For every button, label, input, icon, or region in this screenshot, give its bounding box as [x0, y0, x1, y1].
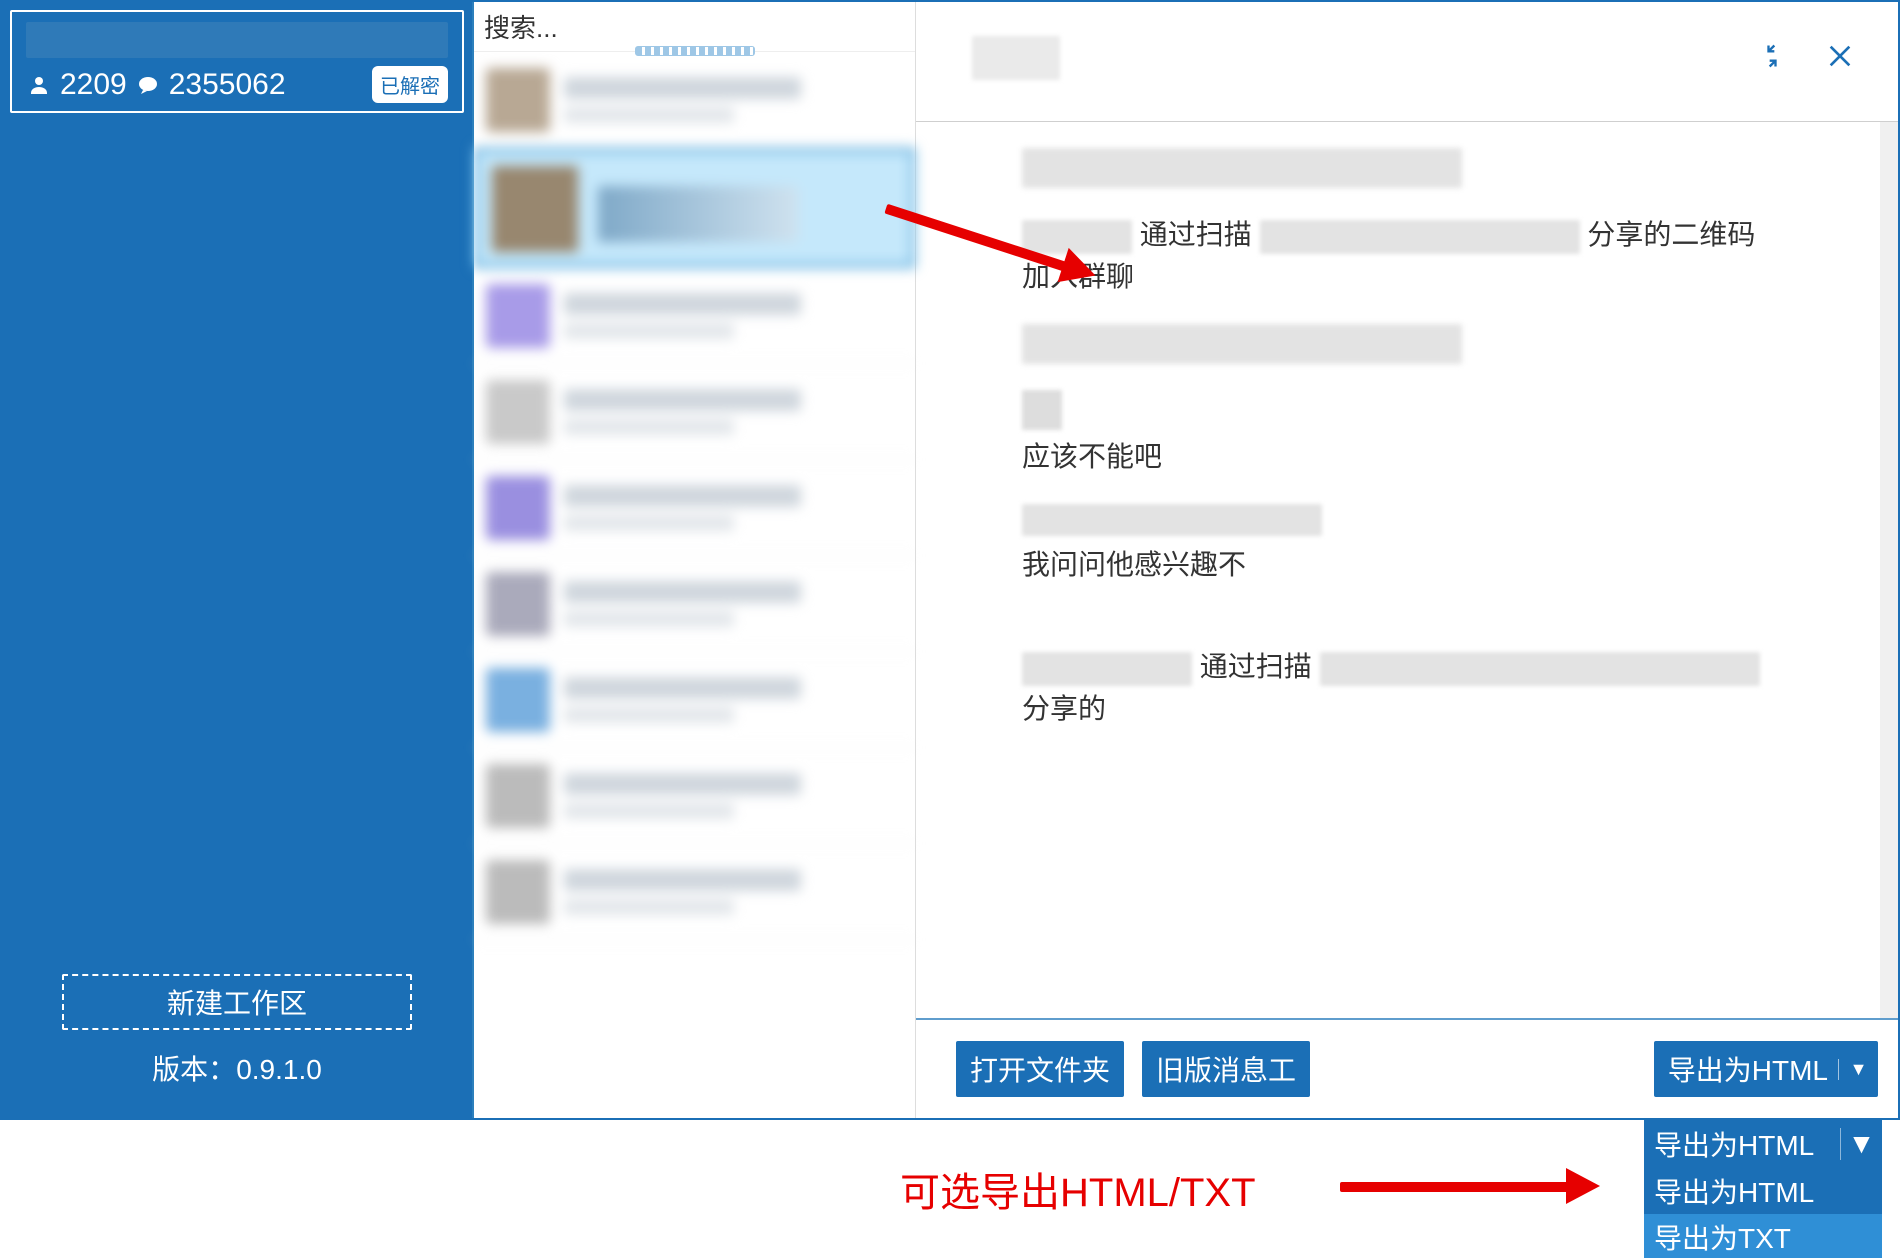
- system-message: 通过扫描 分享的二维码加入群聊: [1022, 214, 1782, 298]
- annotation-text: 可选导出HTML/TXT: [900, 1160, 1256, 1218]
- list-item[interactable]: [474, 364, 915, 460]
- list-item-selected[interactable]: [474, 148, 915, 268]
- list-item[interactable]: [474, 652, 915, 748]
- list-item[interactable]: [474, 52, 915, 148]
- conversation-header: [916, 2, 1898, 122]
- decrypt-status-badge: 已解密: [372, 66, 448, 103]
- annotation-arrow: [1340, 1168, 1610, 1208]
- chat-list[interactable]: [474, 52, 915, 1118]
- legacy-tool-button[interactable]: 旧版消息工: [1142, 1041, 1310, 1097]
- message-redacted: [1022, 324, 1782, 364]
- message-redacted: [1022, 148, 1782, 188]
- caret-down-icon[interactable]: ▼: [1838, 1059, 1878, 1080]
- app-root: 2209 2355062 已解密 新建工作区 版本：0.9.1.0 搜索...: [0, 0, 1900, 1258]
- collapse-icon[interactable]: [1754, 38, 1790, 74]
- list-item[interactable]: [474, 460, 915, 556]
- list-item[interactable]: [474, 556, 915, 652]
- conversation-footer: 打开文件夹 旧版消息工 导出为HTML ▼: [916, 1018, 1898, 1118]
- export-split-button[interactable]: 导出为HTML ▼: [1654, 1041, 1878, 1097]
- main-window: 2209 2355062 已解密 新建工作区 版本：0.9.1.0 搜索...: [0, 0, 1900, 1120]
- caret-down-icon[interactable]: ▼: [1840, 1128, 1882, 1160]
- export-option-html[interactable]: 导出为HTML: [1644, 1168, 1882, 1214]
- list-item[interactable]: [474, 748, 915, 844]
- new-workspace-button[interactable]: 新建工作区: [62, 974, 412, 1030]
- chat-message: 我问问他感兴趣不: [1022, 504, 1782, 586]
- export-dropdown-head[interactable]: 导出为HTML ▼: [1644, 1120, 1882, 1168]
- export-option-txt[interactable]: 导出为TXT: [1644, 1214, 1882, 1258]
- message-count: 2355062: [169, 68, 286, 102]
- profile-stats: 2209 2355062 已解密: [26, 66, 448, 103]
- search-input[interactable]: 搜索...: [474, 2, 915, 52]
- list-item[interactable]: [474, 268, 915, 364]
- person-icon: [26, 72, 52, 98]
- conversation-panel: 通过扫描 分享的二维码加入群聊 应该不能吧 我问问他感兴趣不: [916, 2, 1898, 1118]
- export-dropdown: 导出为HTML ▼ 导出为HTML 导出为TXT: [1644, 1120, 1882, 1258]
- chat-message: 应该不能吧: [1022, 390, 1782, 478]
- conversation-title-redacted: [972, 36, 1060, 80]
- scrollbar-thumb[interactable]: [1882, 124, 1896, 234]
- close-icon[interactable]: [1822, 38, 1858, 74]
- list-item[interactable]: [474, 844, 915, 940]
- message-icon: [135, 72, 161, 98]
- sidebar: 2209 2355062 已解密 新建工作区 版本：0.9.1.0: [2, 2, 472, 1118]
- avatar-redacted: [1022, 390, 1062, 430]
- chat-list-panel: 搜索...: [472, 2, 916, 1118]
- message-scroll-area[interactable]: 通过扫描 分享的二维码加入群聊 应该不能吧 我问问他感兴趣不: [916, 122, 1898, 1018]
- profile-card: 2209 2355062 已解密: [10, 10, 464, 113]
- version-label: 版本：0.9.1.0: [2, 1048, 472, 1088]
- contact-count: 2209: [60, 68, 127, 102]
- annotation-area: 可选导出HTML/TXT 导出为HTML ▼ 导出为HTML 导出为TXT: [0, 1120, 1900, 1258]
- open-folder-button[interactable]: 打开文件夹: [956, 1041, 1124, 1097]
- system-message-cut: 通过扫描 分享的: [1022, 646, 1782, 730]
- profile-name-redacted: [26, 22, 448, 58]
